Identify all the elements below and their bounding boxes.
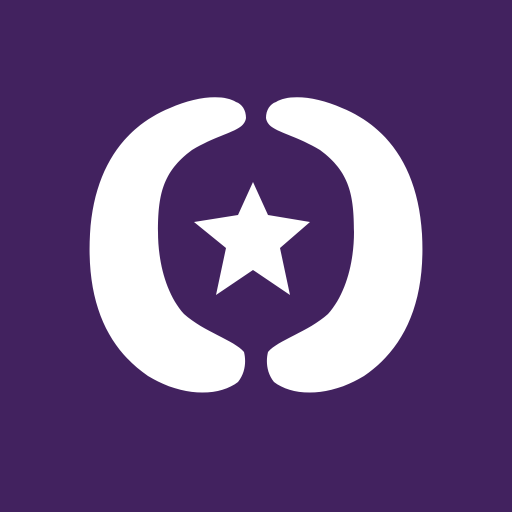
star-icon bbox=[194, 182, 310, 295]
shield-star-logo bbox=[89, 97, 423, 393]
app-icon bbox=[0, 0, 512, 512]
right-bracket-shape bbox=[266, 97, 423, 393]
